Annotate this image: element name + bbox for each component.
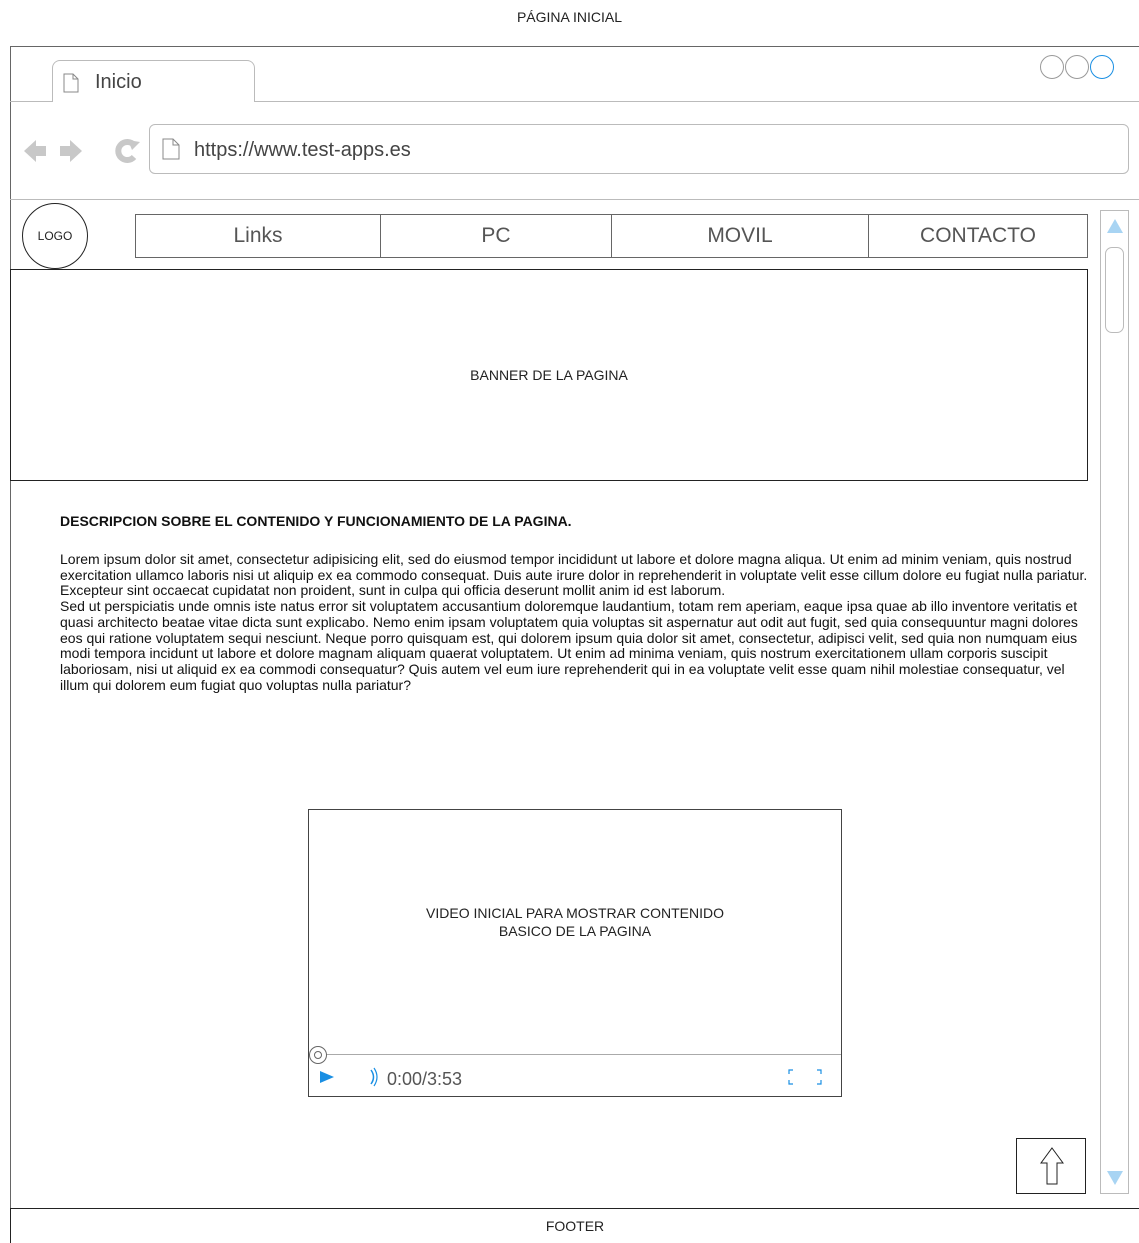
scroll-down-icon[interactable] [1107,1171,1123,1185]
description-title: DESCRIPCION SOBRE EL CONTENIDO Y FUNCION… [60,513,572,529]
volume-icon[interactable] [369,1066,379,1088]
url-text: https://www.test-apps.es [194,139,411,161]
tab-bar-divider [10,101,53,102]
arrow-up-icon [1040,1147,1064,1185]
back-arrow-icon[interactable] [24,140,46,162]
page-banner: BANNER DE LA PAGINA [10,269,1088,481]
tab-bar-divider [254,101,1139,102]
video-caption-line: BASICO DE LA PAGINA [498,923,652,939]
toolbar-divider [10,199,1139,200]
video-caption: VIDEO INICIAL PARA MOSTRAR CONTENIDO BAS… [309,904,841,940]
menu-item-contacto[interactable]: CONTACTO [869,215,1087,257]
video-player[interactable]: VIDEO INICIAL PARA MOSTRAR CONTENIDO BAS… [308,809,842,1097]
menu-item-pc[interactable]: PC [381,215,612,257]
video-caption-line: VIDEO INICIAL PARA MOSTRAR CONTENIDO [426,905,724,921]
menu-item-links[interactable]: Links [136,215,381,257]
menu-item-movil[interactable]: MOVIL [612,215,869,257]
video-progress-handle-inner [314,1051,322,1059]
maximize-icon[interactable] [1065,55,1089,79]
description-paragraph: Sed ut perspiciatis unde omnis iste natu… [60,598,1078,693]
page-icon [63,73,79,98]
tab-label: Inicio [95,71,142,93]
browser-nav [24,136,144,171]
back-to-top-button[interactable] [1016,1138,1086,1194]
close-icon[interactable] [1090,55,1114,79]
description-paragraph: Lorem ipsum dolor sit amet, consectetur … [60,551,1088,599]
scroll-up-icon[interactable] [1107,219,1123,233]
video-progress-track[interactable] [309,1054,841,1055]
minimize-icon[interactable] [1040,55,1064,79]
forward-arrow-icon[interactable] [60,140,82,162]
vertical-scrollbar[interactable] [1100,210,1129,1194]
video-progress-handle[interactable] [309,1046,327,1064]
fullscreen-icon[interactable] [787,1068,823,1086]
page-title: PÁGINA INICIAL [516,9,623,25]
page-icon [162,138,180,165]
page-footer: FOOTER [10,1208,1139,1243]
description-body: Lorem ipsum dolor sit amet, consectetur … [60,551,1090,693]
scroll-thumb[interactable] [1105,247,1124,333]
main-menu: Links PC MOVIL CONTACTO [135,214,1088,258]
logo[interactable]: LOGO [22,203,88,269]
play-icon[interactable] [320,1070,334,1084]
browser-tab[interactable]: Inicio [52,60,255,102]
address-bar[interactable]: https://www.test-apps.es [149,124,1129,174]
video-time: 0:00/3:53 [387,1069,463,1089]
reload-icon[interactable] [115,139,140,163]
